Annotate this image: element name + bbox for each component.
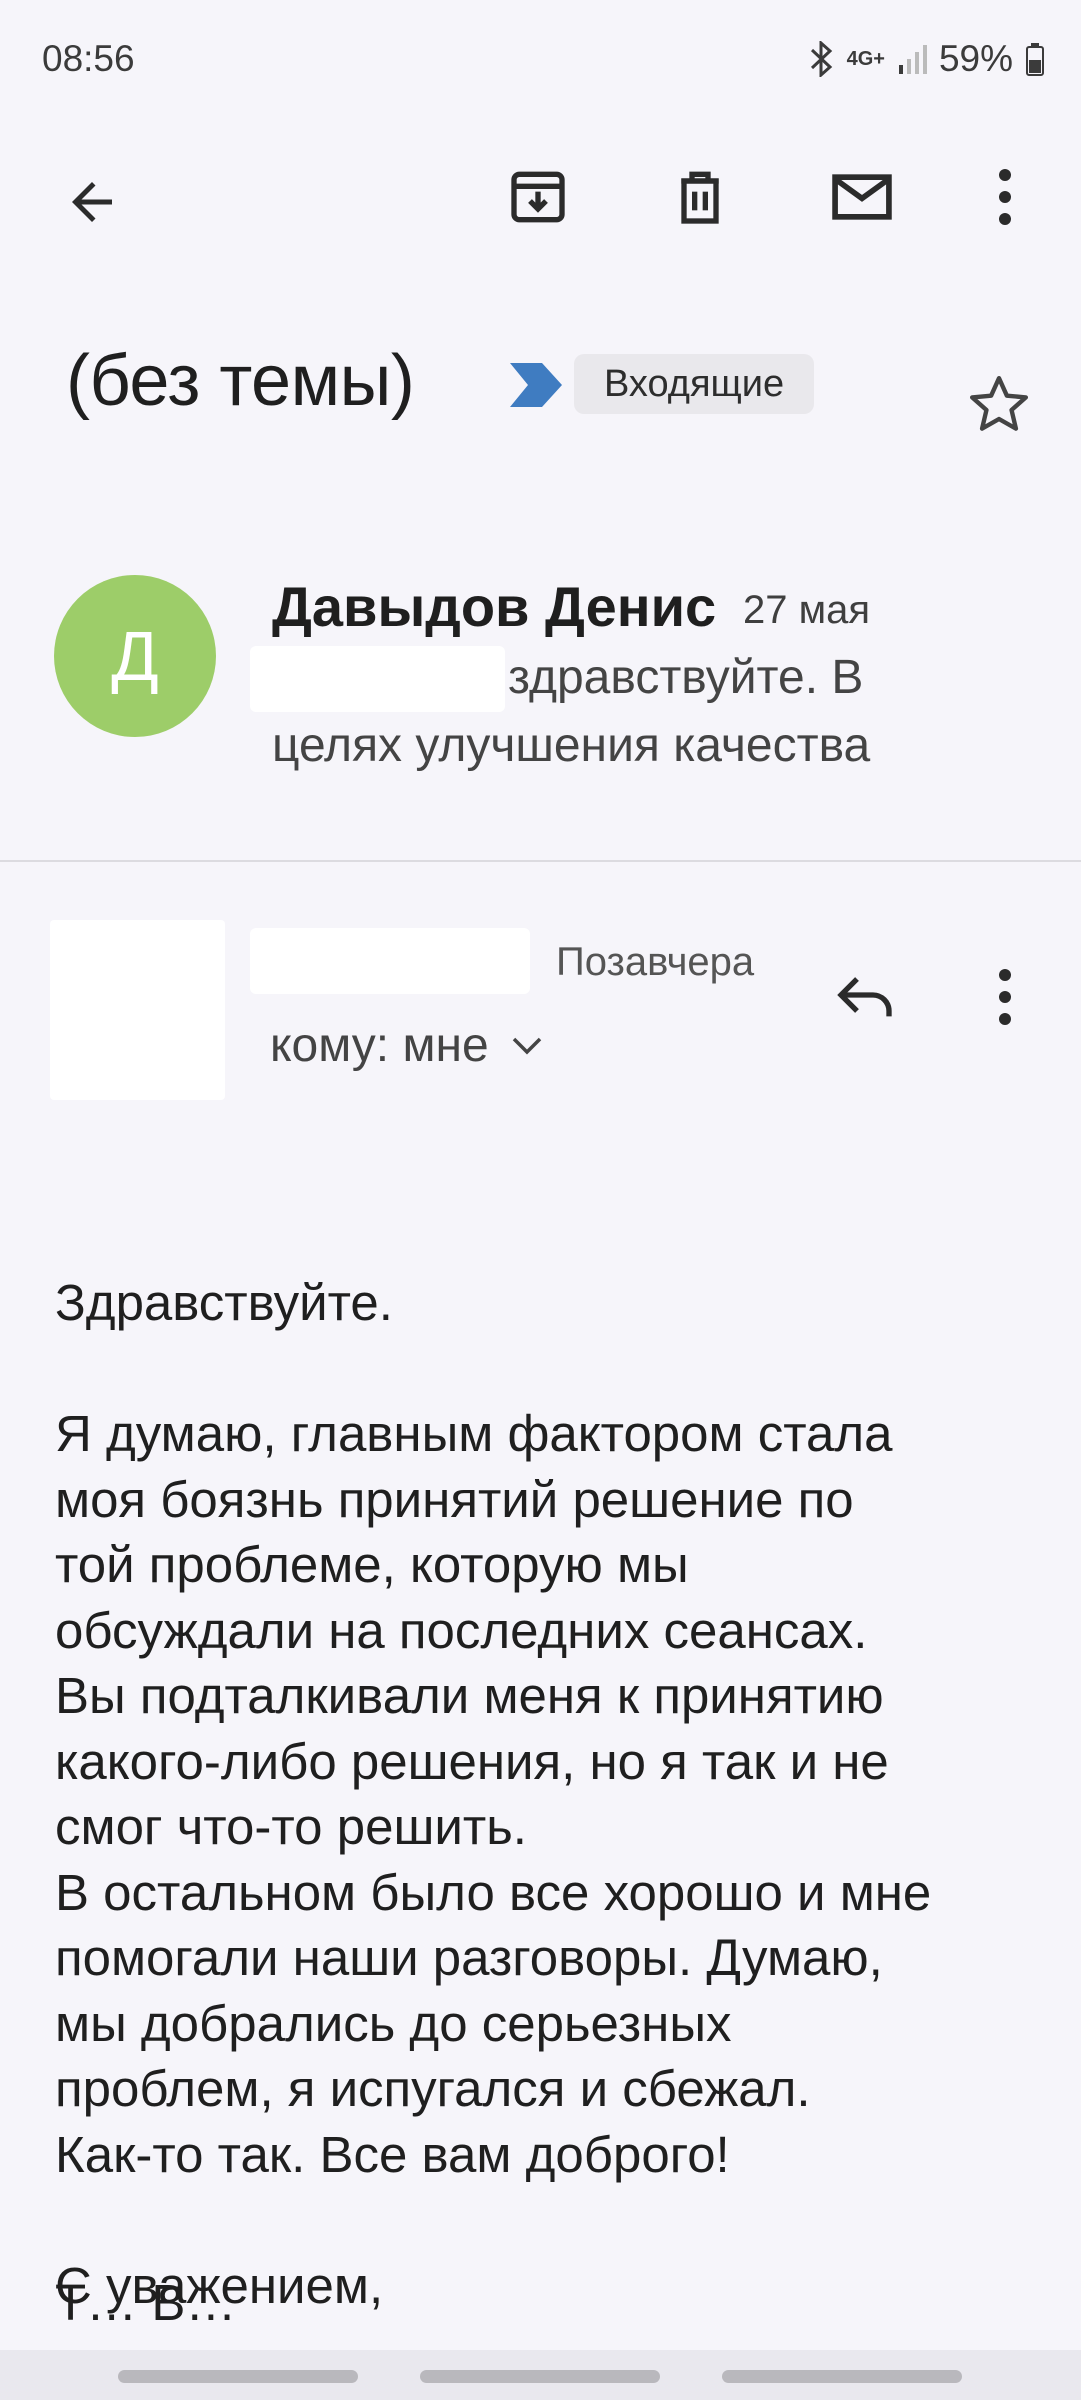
recipients-label: кому: мне <box>270 1019 489 1072</box>
nav-recents-handle[interactable] <box>118 2370 358 2383</box>
more-vert-icon <box>999 969 1011 1025</box>
reply-button[interactable] <box>825 955 905 1035</box>
delete-button[interactable] <box>658 155 742 239</box>
star-icon <box>969 375 1029 431</box>
star-button[interactable] <box>964 370 1034 445</box>
sender-avatar[interactable]: Д <box>54 575 216 737</box>
signal-icon <box>898 45 927 74</box>
chevron-down-icon <box>512 1037 541 1054</box>
arrow-left-icon <box>72 182 112 222</box>
redacted-avatar <box>50 920 225 1100</box>
message-snippet-line2[interactable]: целях улучшения качества <box>272 718 870 773</box>
recipients-toggle[interactable]: кому: мне <box>270 1018 543 1073</box>
status-icons: 4G+ 59% <box>809 38 1045 80</box>
message-more-button[interactable] <box>970 955 1040 1039</box>
label-inbox-chip[interactable]: Входящие <box>574 354 815 414</box>
nav-back-handle[interactable] <box>722 2370 962 2383</box>
archive-button[interactable] <box>496 155 580 239</box>
redacted-text <box>250 646 505 712</box>
mark-unread-button[interactable] <box>820 155 904 239</box>
redacted-sender <box>250 928 530 994</box>
nav-home-handle[interactable] <box>420 2370 660 2383</box>
network-type: 4G+ <box>846 47 885 70</box>
archive-icon <box>511 171 565 223</box>
message-signature-partial: Т… В… <box>55 2274 237 2331</box>
message-date: 27 мая <box>743 588 871 632</box>
avatar-letter: Д <box>111 617 159 695</box>
more-button[interactable] <box>970 155 1040 239</box>
back-button[interactable] <box>50 160 134 244</box>
bluetooth-icon <box>810 41 832 77</box>
status-time: 08:56 <box>42 38 135 79</box>
important-marker-icon[interactable] <box>506 360 566 415</box>
message-snippet-line1[interactable]: здравствуйте. В <box>508 650 863 705</box>
more-vert-icon <box>999 169 1011 225</box>
system-navigation-bar <box>0 2350 1081 2400</box>
message-body: Здравствуйте. Я думаю, главным фактором … <box>55 1274 932 2314</box>
reply-icon <box>837 977 892 1017</box>
mail-icon <box>832 174 892 220</box>
trash-icon <box>681 171 719 224</box>
battery-percent: 59% <box>938 38 1013 79</box>
message-time: Позавчера <box>556 940 755 984</box>
battery-icon <box>1026 43 1044 76</box>
sender-name[interactable]: Давыдов Денис <box>272 574 716 639</box>
divider <box>0 860 1081 862</box>
email-subject: (без темы) <box>66 341 415 421</box>
